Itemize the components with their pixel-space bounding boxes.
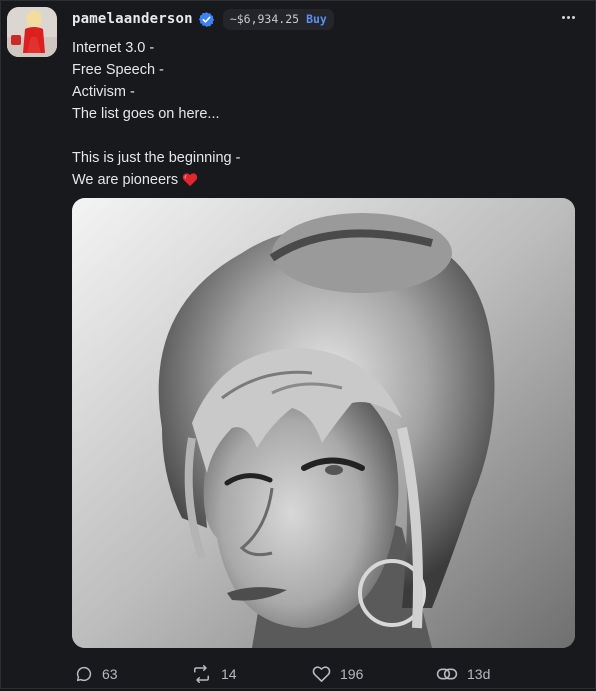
post-line-text: We are pioneers [72,172,179,188]
more-options-icon[interactable] [557,10,579,24]
reply-button[interactable]: 63 [75,665,118,683]
link-icon [436,665,458,683]
buy-button[interactable]: Buy [306,12,327,26]
post-image[interactable] [72,198,575,648]
post-line-last: We are pioneers [72,169,240,191]
red-heart-emoji-icon [182,172,198,194]
avatar-image [7,7,57,57]
post-line-blank [72,125,240,147]
post-header: pamelaanderson ~$6,934.25 Buy [72,8,334,30]
post-actions-bar: 63 14 196 13d [1,661,596,691]
like-count: 196 [340,666,364,682]
username[interactable]: pamelaanderson [72,11,193,27]
comment-bubble-icon [75,665,93,683]
post-line: The list goes on here... [72,106,220,122]
post-line: Activism - [72,84,135,100]
repost-button[interactable]: 14 [191,665,237,683]
token-price: ~$6,934.25 [229,12,300,26]
avatar[interactable] [7,7,57,57]
like-button[interactable]: 196 [312,665,363,683]
repost-count: 14 [221,666,237,682]
post-card: pamelaanderson ~$6,934.25 Buy Internet 3… [0,0,596,689]
post-body: Internet 3.0 - Free Speech - Activism - … [72,37,240,191]
heart-outline-icon [312,665,331,683]
post-line: Internet 3.0 - [72,40,155,56]
portrait-photo [72,198,575,648]
verified-badge-icon [198,11,215,28]
reply-count: 63 [102,666,118,682]
share-link-button[interactable]: 13d [436,665,490,683]
post-age: 13d [467,666,491,682]
post-line: This is just the beginning - [72,150,241,166]
repost-arrows-icon [191,665,212,683]
price-pill: ~$6,934.25 Buy [222,8,334,30]
post-line: Free Speech - [72,62,164,78]
